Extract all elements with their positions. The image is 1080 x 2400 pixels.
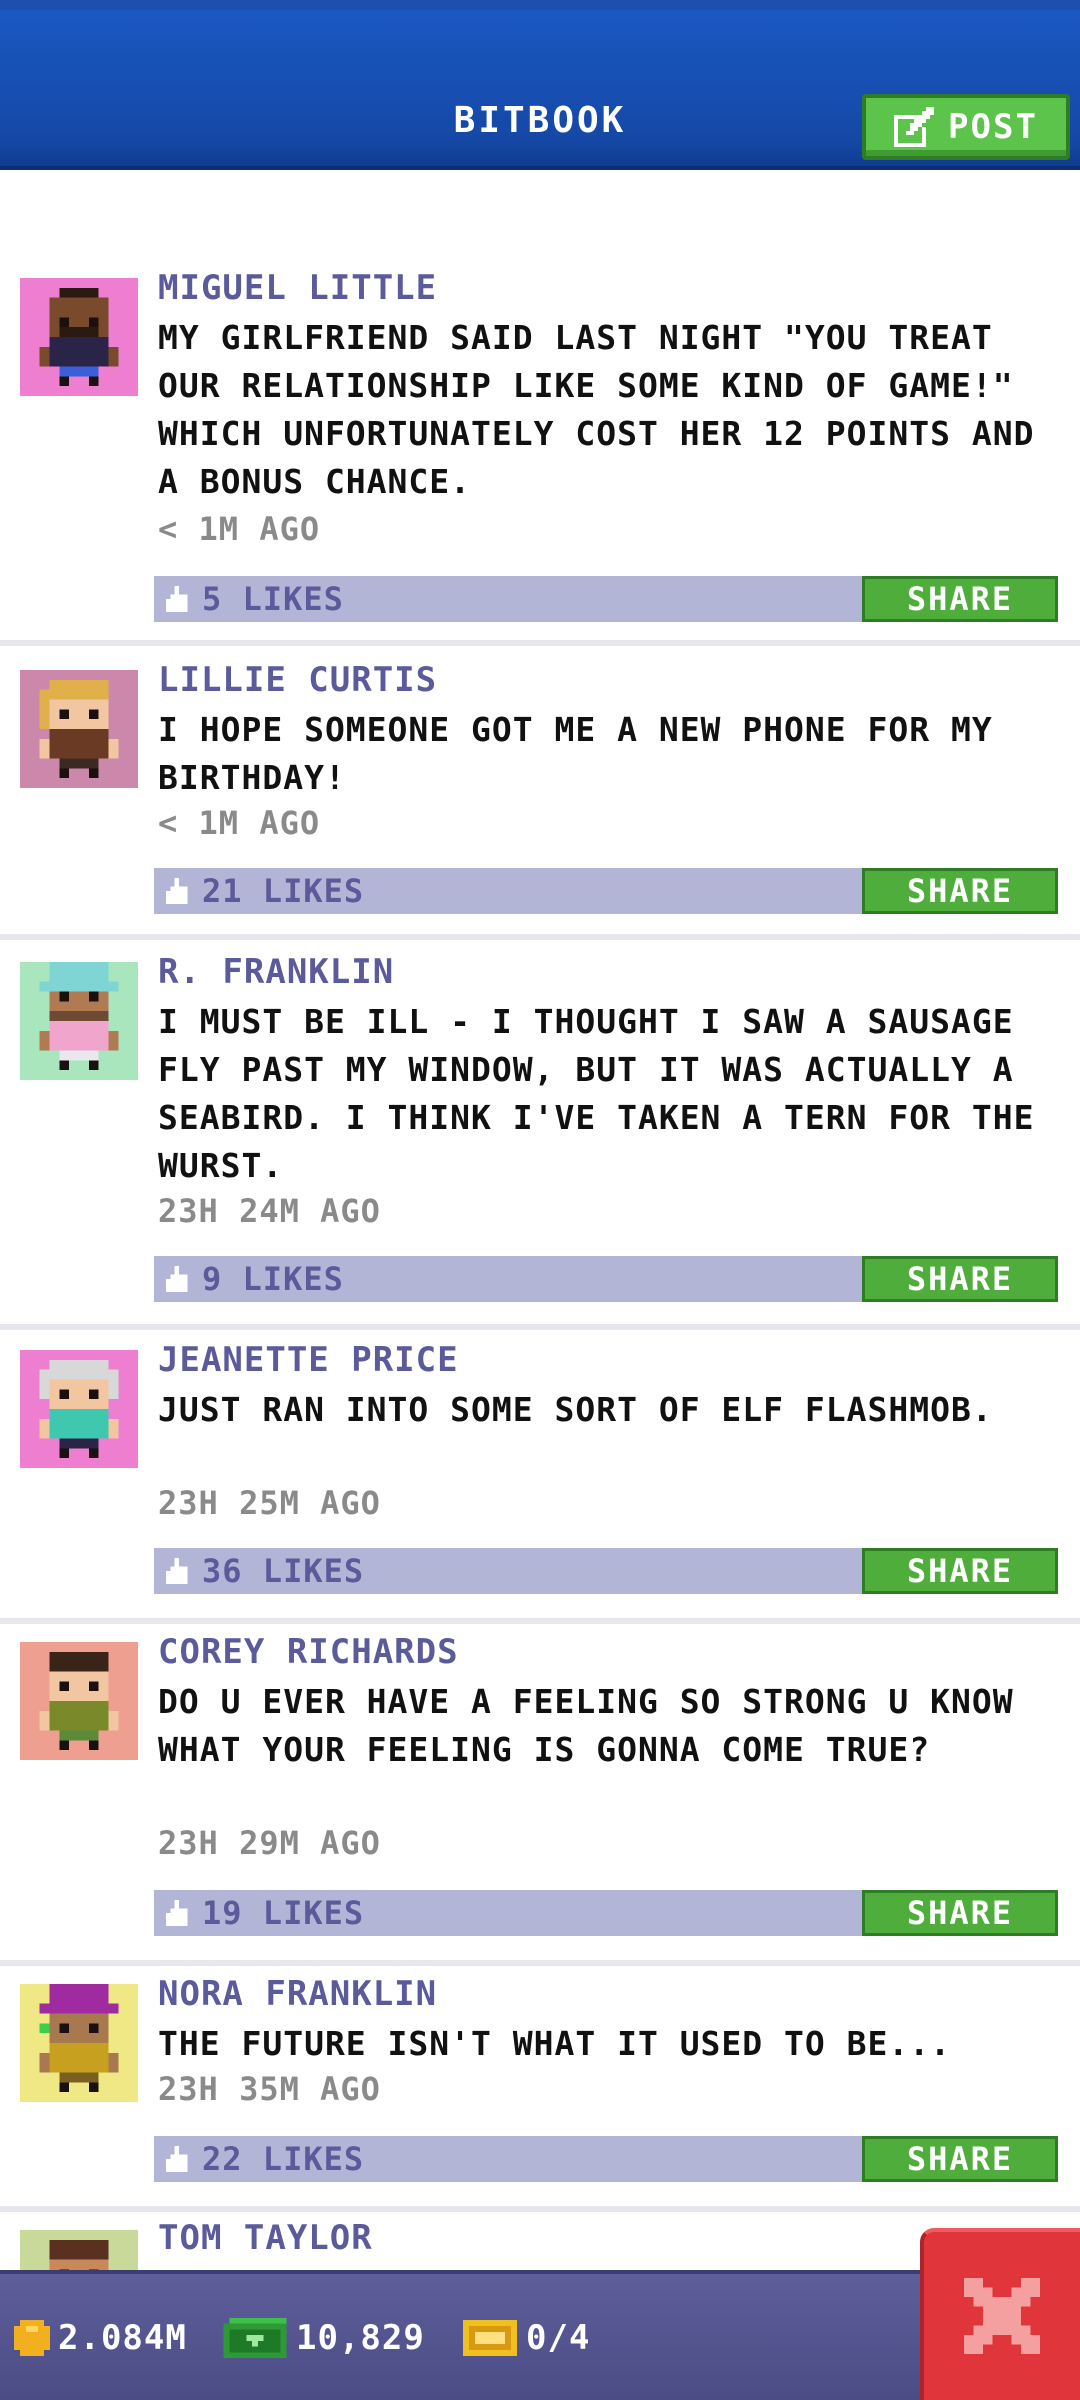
- avatar[interactable]: [20, 1350, 138, 1468]
- post-time: < 1M AGO: [158, 804, 321, 842]
- feed-post: R. FRANKLIN I MUST BE ILL - I THOUGHT I …: [0, 940, 1080, 1330]
- thumbs-up-icon: [166, 2146, 188, 2172]
- share-button[interactable]: SHARE: [862, 1890, 1058, 1936]
- share-button[interactable]: SHARE: [862, 1548, 1058, 1594]
- share-button[interactable]: SHARE: [862, 576, 1058, 622]
- thumbs-up-icon: [166, 878, 188, 904]
- like-button[interactable]: 22 LIKES: [166, 2136, 364, 2182]
- avatar[interactable]: [20, 1642, 138, 1760]
- tickets-value: 0/4: [526, 2318, 591, 2358]
- thumbs-up-icon: [166, 1266, 188, 1292]
- feed-post: JEANETTE PRICE JUST RAN INTO SOME SORT O…: [0, 1330, 1080, 1624]
- post-text: I HOPE SOMEONE GOT ME A NEW PHONE FOR MY…: [158, 710, 993, 797]
- post-author[interactable]: LILLIE CURTIS: [158, 660, 437, 700]
- post-text: DO U EVER HAVE A FEELING SO STRONG U KNO…: [158, 1682, 1014, 1769]
- post-time: 23H 24M AGO: [158, 1192, 381, 1230]
- post-author[interactable]: NORA FRANKLIN: [158, 1974, 437, 2014]
- bux-value: 10,829: [296, 2318, 425, 2358]
- post-author[interactable]: COREY RICHARDS: [158, 1632, 459, 1672]
- tickets-counter: 0/4: [462, 2314, 590, 2362]
- like-bar: 36 LIKES SHARE: [154, 1548, 1058, 1594]
- like-count: 9 LIKES: [202, 1260, 344, 1298]
- share-button[interactable]: SHARE: [862, 1256, 1058, 1302]
- like-bar: 9 LIKES SHARE: [154, 1256, 1058, 1302]
- avatar[interactable]: [20, 1984, 138, 2102]
- post-time: 23H 25M AGO: [158, 1484, 381, 1522]
- post-author[interactable]: R. FRANKLIN: [158, 952, 394, 992]
- currency-bar: 2.084M 10,829 0/4: [0, 2270, 1080, 2400]
- close-icon: [964, 2278, 1040, 2354]
- bux-icon: [223, 2318, 287, 2358]
- feed-post: COREY RICHARDS DO U EVER HAVE A FEELING …: [0, 1624, 1080, 1966]
- like-button[interactable]: 9 LIKES: [166, 1256, 344, 1302]
- thumbs-up-icon: [166, 1558, 188, 1584]
- post-author[interactable]: JEANETTE PRICE: [158, 1340, 459, 1380]
- thumbs-up-icon: [166, 1900, 188, 1926]
- post-time: 23H 29M AGO: [158, 1824, 381, 1862]
- avatar[interactable]: [20, 962, 138, 1080]
- close-button[interactable]: [920, 2228, 1080, 2400]
- post-text: THE FUTURE ISN'T WHAT IT USED TO BE...: [158, 2024, 951, 2063]
- post-time: < 1M AGO: [158, 510, 321, 548]
- ticket-icon: [463, 2320, 517, 2356]
- like-count: 19 LIKES: [202, 1894, 365, 1932]
- bux-counter: 10,829: [222, 2314, 425, 2362]
- post-text: MY GIRLFRIEND SAID LAST NIGHT "YOU TREAT…: [158, 318, 1035, 501]
- feed-post: NORA FRANKLIN THE FUTURE ISN'T WHAT IT U…: [0, 1966, 1080, 2212]
- like-count: 36 LIKES: [202, 1552, 365, 1590]
- coins-value: 2.084M: [58, 2318, 187, 2358]
- like-bar: 22 LIKES SHARE: [154, 2136, 1058, 2182]
- post-author[interactable]: MIGUEL LITTLE: [158, 268, 437, 308]
- avatar[interactable]: [20, 278, 138, 396]
- news-feed[interactable]: MIGUEL LITTLE MY GIRLFRIEND SAID LAST NI…: [0, 174, 1080, 2270]
- post-text: I MUST BE ILL - I THOUGHT I SAW A SAUSAG…: [158, 1002, 1035, 1185]
- like-bar: 21 LIKES SHARE: [154, 868, 1058, 914]
- like-button[interactable]: 5 LIKES: [166, 576, 344, 622]
- post-text: JUST RAN INTO SOME SORT OF ELF FLASHMOB.: [158, 1390, 993, 1429]
- like-bar: 5 LIKES SHARE: [154, 576, 1058, 622]
- avatar[interactable]: [20, 2230, 138, 2270]
- app-header: BITBOOK POST: [0, 0, 1080, 170]
- share-button[interactable]: SHARE: [862, 2136, 1058, 2182]
- feed-post: LILLIE CURTIS I HOPE SOMEONE GOT ME A NE…: [0, 646, 1080, 940]
- post-author[interactable]: TOM TAYLOR: [158, 2218, 373, 2258]
- coin-icon: [14, 2320, 50, 2356]
- edit-icon: [894, 107, 935, 147]
- like-count: 22 LIKES: [202, 2140, 365, 2178]
- like-bar: 19 LIKES SHARE: [154, 1890, 1058, 1936]
- like-count: 21 LIKES: [202, 872, 365, 910]
- like-button[interactable]: 19 LIKES: [166, 1890, 364, 1936]
- post-time: 23H 35M AGO: [158, 2070, 381, 2108]
- post-button[interactable]: POST: [862, 94, 1070, 160]
- coins-counter: 2.084M: [14, 2314, 187, 2362]
- feed-post: MIGUEL LITTLE MY GIRLFRIEND SAID LAST NI…: [0, 174, 1080, 646]
- thumbs-up-icon: [166, 586, 188, 612]
- avatar[interactable]: [20, 670, 138, 788]
- share-button[interactable]: SHARE: [862, 868, 1058, 914]
- like-button[interactable]: 36 LIKES: [166, 1548, 364, 1594]
- like-count: 5 LIKES: [202, 580, 344, 618]
- feed-post: TOM TAYLOR: [0, 2212, 1080, 2270]
- post-button-label: POST: [948, 107, 1038, 147]
- like-button[interactable]: 21 LIKES: [166, 868, 364, 914]
